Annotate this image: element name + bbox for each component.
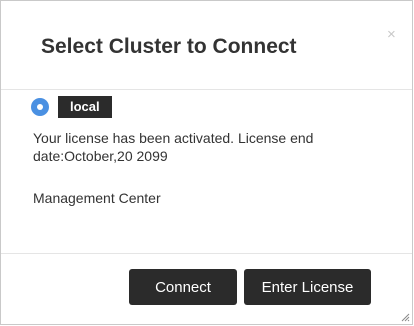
dialog-header: Select Cluster to Connect × (1, 1, 412, 90)
dialog-title: Select Cluster to Connect (41, 35, 297, 58)
connect-button[interactable]: Connect (129, 269, 237, 305)
cluster-option[interactable]: local (31, 96, 112, 118)
cluster-radio-button[interactable] (31, 98, 49, 116)
license-status-text: Your license has been activated. License… (33, 130, 314, 164)
dialog-footer: Connect Enter License (1, 253, 412, 326)
product-name: Management Center (33, 190, 161, 206)
select-cluster-dialog: Select Cluster to Connect × local Your l… (0, 0, 413, 325)
cluster-name-badge: local (58, 96, 112, 118)
enter-license-button[interactable]: Enter License (244, 269, 371, 305)
close-icon[interactable]: × (387, 27, 396, 42)
resize-handle-icon[interactable] (400, 312, 410, 322)
